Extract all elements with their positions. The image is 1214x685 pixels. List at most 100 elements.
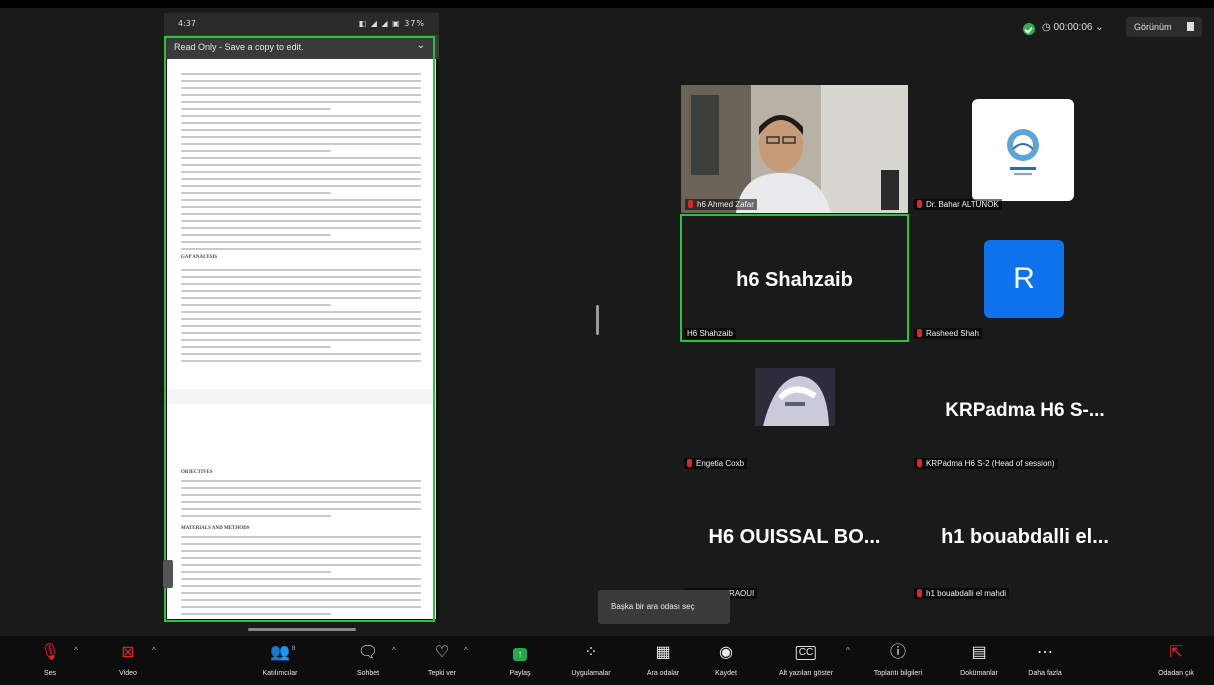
doc-text-line <box>181 318 421 320</box>
view-button[interactable]: Görünüm <box>1126 17 1202 37</box>
doc-text-line <box>181 297 421 299</box>
chat-button[interactable]: 🗨 ^ Sohbet <box>348 636 396 685</box>
doc-text-line <box>181 199 421 201</box>
participant-tile[interactable]: KRPadma H6 S-... KRPadma H6 S-2 (Head of… <box>910 344 1140 472</box>
doc-text-line <box>181 234 331 236</box>
heart-icon: ♡ <box>434 644 450 661</box>
mic-muted-icon <box>917 589 922 597</box>
documents-button[interactable]: ▤ Dokümanlar <box>948 636 1010 685</box>
document-icon: ▤ <box>971 644 987 661</box>
doc-text-line <box>181 129 421 131</box>
mic-muted-icon <box>917 200 922 208</box>
chevron-up-icon[interactable]: ^ <box>464 646 468 655</box>
scroll-handle[interactable] <box>163 560 173 588</box>
doc-text-line <box>181 206 421 208</box>
chevron-up-icon[interactable]: ^ <box>846 646 850 655</box>
avatar: R <box>984 240 1064 318</box>
audio-button[interactable]: 🎙 ^ Ses <box>30 636 78 685</box>
chevron-up-icon[interactable]: ^ <box>152 646 156 655</box>
mic-muted-icon <box>917 329 922 337</box>
doc-text-line <box>181 122 421 124</box>
document-view[interactable]: GAP ANALYSIS OBJECTIVES MATERIALS AND ME… <box>167 59 436 619</box>
doc-text-line <box>181 592 421 594</box>
more-button[interactable]: ⋯ Daha fazla <box>1016 636 1074 685</box>
react-button[interactable]: ♡ ^ Tepki ver <box>420 636 468 685</box>
doc-text-line <box>181 143 421 145</box>
video-button[interactable]: ⊠ ^ Video <box>108 636 156 685</box>
participant-name-tag: h6 Ahmed Zafar <box>685 199 757 210</box>
apps-button[interactable]: ⁘ Uygulamalar <box>566 636 616 685</box>
participants-count: 8 <box>292 646 296 652</box>
doc-text-line <box>181 585 421 587</box>
chevron-up-icon[interactable]: ^ <box>392 646 396 655</box>
doc-text-line <box>181 87 421 89</box>
doc-text-line <box>181 213 421 215</box>
cc-icon: CC <box>795 646 817 660</box>
participant-logo <box>972 99 1074 201</box>
doc-text-line <box>181 136 421 138</box>
doc-text-line <box>181 564 421 566</box>
grid-icon: ▦ <box>655 644 671 661</box>
doc-text-line <box>181 304 331 306</box>
doc-text-line <box>181 94 421 96</box>
doc-text-line <box>181 269 421 271</box>
doc-text-line <box>181 550 421 552</box>
participant-video-tile[interactable]: h6 Ahmed Zafar <box>681 85 908 213</box>
doc-text-line <box>181 578 421 580</box>
doc-text-line <box>181 599 421 601</box>
doc-text-line <box>181 487 421 489</box>
logo-emblem-icon <box>1007 129 1039 175</box>
record-button[interactable]: ◉ Kaydet <box>706 636 746 685</box>
breakout-rooms-button[interactable]: ▦ Ara odalar <box>638 636 688 685</box>
doc-text-line <box>181 171 421 173</box>
split-divider-handle[interactable] <box>596 305 599 335</box>
view-label: Görünüm <box>1134 22 1172 32</box>
top-strip <box>0 0 1214 8</box>
meeting-toolbar: 🎙 ^ Ses ⊠ ^ Video 👥 8 Katılımcılar 🗨 ^ S… <box>0 636 1214 685</box>
doc-text-line <box>181 185 421 187</box>
share-button[interactable]: ↑ Paylaş <box>500 636 540 685</box>
meeting-timer[interactable]: ◷ 00:00:06 ⌄ <box>1042 22 1104 33</box>
shared-screen[interactable]: 4:37 ◧ ◢ ◢ ▣ 37% Read Only - Save a copy… <box>164 13 439 623</box>
info-icon: ⓘ <box>889 644 907 661</box>
document-page: OBJECTIVES MATERIALS AND METHODS <box>167 404 436 619</box>
chevron-down-icon[interactable]: ⌄ <box>417 40 425 51</box>
doc-text-line <box>181 311 421 313</box>
doc-text-line <box>181 164 421 166</box>
meeting-info-button[interactable]: ⓘ Toplantı bilgileri <box>862 636 934 685</box>
doc-text-line <box>181 332 421 334</box>
layout-icon <box>1187 22 1194 31</box>
participants-icon: 👥 <box>270 644 290 661</box>
mic-muted-icon: 🎙 <box>39 644 61 661</box>
phone-time: 4:37 <box>178 19 196 28</box>
chat-icon: 🗨 <box>357 644 379 661</box>
read-only-bar[interactable]: Read Only - Save a copy to edit. ⌄ <box>164 35 439 59</box>
doc-text-line <box>181 178 421 180</box>
participant-name-tag: KRPadma H6 S-2 (Head of session) <box>914 458 1058 469</box>
leave-room-button[interactable]: ⇱ Odadan çık <box>1148 636 1204 685</box>
record-icon: ◉ <box>719 644 733 661</box>
participant-tile[interactable]: Engetia Coxb <box>680 344 909 472</box>
doc-heading-gap: GAP ANALYSIS <box>181 255 218 260</box>
doc-text-line <box>181 283 421 285</box>
participant-tile[interactable]: R Rasheed Shah <box>910 214 1140 342</box>
shield-icon[interactable] <box>1023 23 1035 35</box>
participant-tile[interactable]: H6 OUISSAL BO... ISSAL BOURAOUI <box>680 474 909 602</box>
participant-name-tag: Engetia Coxb <box>684 458 748 469</box>
read-only-text: Read Only - Save a copy to edit. <box>174 42 304 52</box>
participants-button[interactable]: 👥 8 Katılımcılar <box>250 636 310 685</box>
active-speaker-frame <box>680 214 909 342</box>
more-icon: ⋯ <box>1037 644 1053 661</box>
doc-text-line <box>181 613 331 615</box>
doc-text-line <box>181 536 421 538</box>
avatar <box>755 368 835 426</box>
doc-text-line <box>181 606 421 608</box>
doc-heading-objectives: OBJECTIVES <box>181 470 213 475</box>
captions-button[interactable]: CC ^ Alt yazıları göster <box>770 636 850 685</box>
chevron-up-icon[interactable]: ^ <box>74 646 78 655</box>
avatar-letter: R <box>1013 262 1035 295</box>
doc-text-line <box>181 508 421 510</box>
doc-text-line <box>181 248 421 250</box>
participant-tile[interactable]: Dr. Bahar ALTUNOK <box>910 85 1140 213</box>
participant-tile[interactable]: h1 bouabdalli el... h1 bouabdalli el mah… <box>910 474 1140 602</box>
